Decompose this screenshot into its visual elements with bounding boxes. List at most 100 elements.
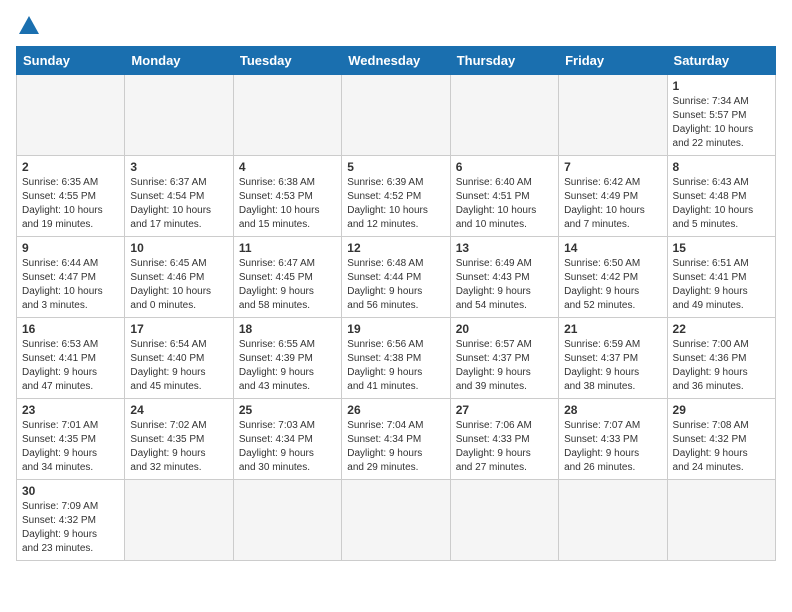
calendar-cell bbox=[233, 480, 341, 561]
calendar-cell: 14Sunrise: 6:50 AM Sunset: 4:42 PM Dayli… bbox=[559, 237, 667, 318]
calendar-cell bbox=[125, 480, 233, 561]
calendar-week-row: 16 Sunrise: 6:53 AM Sunset: 4:41 PM Dayli… bbox=[17, 318, 776, 399]
day-info: Sunrise: 6:49 AM Sunset: 4:43 PM Dayligh… bbox=[456, 257, 553, 313]
calendar-week-row: 1 Sunrise: 7:34 AM Sunset: 5:57 PM Daylig… bbox=[17, 75, 776, 156]
day-number: 24 bbox=[130, 403, 227, 417]
day-number: 1 bbox=[673, 79, 770, 93]
day-info: Sunrise: 6:40 AM Sunset: 4:51 PM Dayligh… bbox=[456, 176, 553, 232]
day-info: Sunrise: 6:59 AM Sunset: 4:37 PM Dayligh… bbox=[564, 338, 661, 394]
calendar-cell: 6 Sunrise: 6:40 AM Sunset: 4:51 PM Daylig… bbox=[450, 156, 558, 237]
calendar-cell: 22 Sunrise: 7:00 AM Sunset: 4:36 PM Dayli… bbox=[667, 318, 775, 399]
calendar-cell: 12Sunrise: 6:48 AM Sunset: 4:44 PM Dayli… bbox=[342, 237, 450, 318]
calendar-cell bbox=[559, 480, 667, 561]
calendar-cell: 29 Sunrise: 7:08 AM Sunset: 4:32 PM Dayli… bbox=[667, 399, 775, 480]
day-info: Sunrise: 7:08 AM Sunset: 4:32 PM Dayligh… bbox=[673, 419, 770, 475]
day-number: 3 bbox=[130, 160, 227, 174]
day-header-tuesday: Tuesday bbox=[233, 47, 341, 75]
day-number: 17 bbox=[130, 322, 227, 336]
calendar-table: SundayMondayTuesdayWednesdayThursdayFrid… bbox=[16, 46, 776, 561]
day-info: Sunrise: 6:57 AM Sunset: 4:37 PM Dayligh… bbox=[456, 338, 553, 394]
day-number: 25 bbox=[239, 403, 336, 417]
calendar-cell: 28 Sunrise: 7:07 AM Sunset: 4:33 PM Dayli… bbox=[559, 399, 667, 480]
calendar-cell: 25 Sunrise: 7:03 AM Sunset: 4:34 PM Dayli… bbox=[233, 399, 341, 480]
calendar-header-row: SundayMondayTuesdayWednesdayThursdayFrid… bbox=[17, 47, 776, 75]
day-info: Sunrise: 6:53 AM Sunset: 4:41 PM Dayligh… bbox=[22, 338, 119, 394]
day-number: 13 bbox=[456, 241, 553, 255]
day-info: Sunrise: 6:39 AM Sunset: 4:52 PM Dayligh… bbox=[347, 176, 444, 232]
day-number: 22 bbox=[673, 322, 770, 336]
calendar-cell: 10Sunrise: 6:45 AM Sunset: 4:46 PM Dayli… bbox=[125, 237, 233, 318]
day-number: 29 bbox=[673, 403, 770, 417]
day-number: 7 bbox=[564, 160, 661, 174]
calendar-cell: 21Sunrise: 6:59 AM Sunset: 4:37 PM Dayli… bbox=[559, 318, 667, 399]
day-number: 4 bbox=[239, 160, 336, 174]
calendar-cell: 18 Sunrise: 6:55 AM Sunset: 4:39 PM Dayli… bbox=[233, 318, 341, 399]
calendar-cell bbox=[559, 75, 667, 156]
calendar-cell bbox=[342, 75, 450, 156]
day-header-thursday: Thursday bbox=[450, 47, 558, 75]
day-header-wednesday: Wednesday bbox=[342, 47, 450, 75]
calendar-cell: 13 Sunrise: 6:49 AM Sunset: 4:43 PM Dayli… bbox=[450, 237, 558, 318]
calendar-cell: 15Sunrise: 6:51 AM Sunset: 4:41 PM Dayli… bbox=[667, 237, 775, 318]
day-info: Sunrise: 6:50 AM Sunset: 4:42 PM Dayligh… bbox=[564, 257, 661, 313]
day-info: Sunrise: 6:42 AM Sunset: 4:49 PM Dayligh… bbox=[564, 176, 661, 232]
calendar-week-row: 30 Sunrise: 7:09 AM Sunset: 4:32 PM Dayli… bbox=[17, 480, 776, 561]
calendar-cell bbox=[125, 75, 233, 156]
day-info: Sunrise: 6:51 AM Sunset: 4:41 PM Dayligh… bbox=[673, 257, 770, 313]
day-info: Sunrise: 6:45 AM Sunset: 4:46 PM Dayligh… bbox=[130, 257, 227, 313]
day-number: 19 bbox=[347, 322, 444, 336]
day-number: 6 bbox=[456, 160, 553, 174]
day-info: Sunrise: 6:54 AM Sunset: 4:40 PM Dayligh… bbox=[130, 338, 227, 394]
day-number: 16 bbox=[22, 322, 119, 336]
page-header bbox=[16, 16, 776, 36]
day-header-saturday: Saturday bbox=[667, 47, 775, 75]
calendar-week-row: 23 Sunrise: 7:01 AM Sunset: 4:35 PM Dayli… bbox=[17, 399, 776, 480]
day-info: Sunrise: 6:47 AM Sunset: 4:45 PM Dayligh… bbox=[239, 257, 336, 313]
calendar-cell: 17 Sunrise: 6:54 AM Sunset: 4:40 PM Dayli… bbox=[125, 318, 233, 399]
day-info: Sunrise: 6:44 AM Sunset: 4:47 PM Dayligh… bbox=[22, 257, 119, 313]
day-info: Sunrise: 7:01 AM Sunset: 4:35 PM Dayligh… bbox=[22, 419, 119, 475]
day-number: 9 bbox=[22, 241, 119, 255]
day-number: 27 bbox=[456, 403, 553, 417]
calendar-cell bbox=[450, 480, 558, 561]
calendar-cell: 30 Sunrise: 7:09 AM Sunset: 4:32 PM Dayli… bbox=[17, 480, 125, 561]
calendar-cell: 1 Sunrise: 7:34 AM Sunset: 5:57 PM Daylig… bbox=[667, 75, 775, 156]
day-info: Sunrise: 7:34 AM Sunset: 5:57 PM Dayligh… bbox=[673, 95, 770, 151]
day-info: Sunrise: 7:07 AM Sunset: 4:33 PM Dayligh… bbox=[564, 419, 661, 475]
day-number: 23 bbox=[22, 403, 119, 417]
calendar-cell: 9 Sunrise: 6:44 AM Sunset: 4:47 PM Daylig… bbox=[17, 237, 125, 318]
calendar-cell: 3 Sunrise: 6:37 AM Sunset: 4:54 PM Daylig… bbox=[125, 156, 233, 237]
day-info: Sunrise: 7:09 AM Sunset: 4:32 PM Dayligh… bbox=[22, 500, 119, 556]
day-number: 8 bbox=[673, 160, 770, 174]
day-number: 20 bbox=[456, 322, 553, 336]
calendar-week-row: 9 Sunrise: 6:44 AM Sunset: 4:47 PM Daylig… bbox=[17, 237, 776, 318]
day-info: Sunrise: 6:35 AM Sunset: 4:55 PM Dayligh… bbox=[22, 176, 119, 232]
calendar-cell bbox=[342, 480, 450, 561]
calendar-cell bbox=[450, 75, 558, 156]
day-info: Sunrise: 6:38 AM Sunset: 4:53 PM Dayligh… bbox=[239, 176, 336, 232]
day-info: Sunrise: 7:04 AM Sunset: 4:34 PM Dayligh… bbox=[347, 419, 444, 475]
logo-triangle-icon bbox=[19, 16, 39, 34]
day-info: Sunrise: 6:37 AM Sunset: 4:54 PM Dayligh… bbox=[130, 176, 227, 232]
day-info: Sunrise: 7:06 AM Sunset: 4:33 PM Dayligh… bbox=[456, 419, 553, 475]
calendar-cell: 16 Sunrise: 6:53 AM Sunset: 4:41 PM Dayli… bbox=[17, 318, 125, 399]
calendar-cell bbox=[17, 75, 125, 156]
calendar-week-row: 2 Sunrise: 6:35 AM Sunset: 4:55 PM Daylig… bbox=[17, 156, 776, 237]
calendar-cell: 20 Sunrise: 6:57 AM Sunset: 4:37 PM Dayli… bbox=[450, 318, 558, 399]
day-info: Sunrise: 6:55 AM Sunset: 4:39 PM Dayligh… bbox=[239, 338, 336, 394]
day-number: 30 bbox=[22, 484, 119, 498]
calendar-cell: 11Sunrise: 6:47 AM Sunset: 4:45 PM Dayli… bbox=[233, 237, 341, 318]
day-number: 2 bbox=[22, 160, 119, 174]
day-number: 5 bbox=[347, 160, 444, 174]
calendar-cell: 23 Sunrise: 7:01 AM Sunset: 4:35 PM Dayli… bbox=[17, 399, 125, 480]
day-number: 28 bbox=[564, 403, 661, 417]
day-info: Sunrise: 6:48 AM Sunset: 4:44 PM Dayligh… bbox=[347, 257, 444, 313]
calendar-cell: 26 Sunrise: 7:04 AM Sunset: 4:34 PM Dayli… bbox=[342, 399, 450, 480]
day-info: Sunrise: 7:00 AM Sunset: 4:36 PM Dayligh… bbox=[673, 338, 770, 394]
day-number: 26 bbox=[347, 403, 444, 417]
calendar-cell: 2 Sunrise: 6:35 AM Sunset: 4:55 PM Daylig… bbox=[17, 156, 125, 237]
day-info: Sunrise: 7:03 AM Sunset: 4:34 PM Dayligh… bbox=[239, 419, 336, 475]
day-number: 18 bbox=[239, 322, 336, 336]
calendar-cell: 19Sunrise: 6:56 AM Sunset: 4:38 PM Dayli… bbox=[342, 318, 450, 399]
calendar-cell: 8Sunrise: 6:43 AM Sunset: 4:48 PM Daylig… bbox=[667, 156, 775, 237]
